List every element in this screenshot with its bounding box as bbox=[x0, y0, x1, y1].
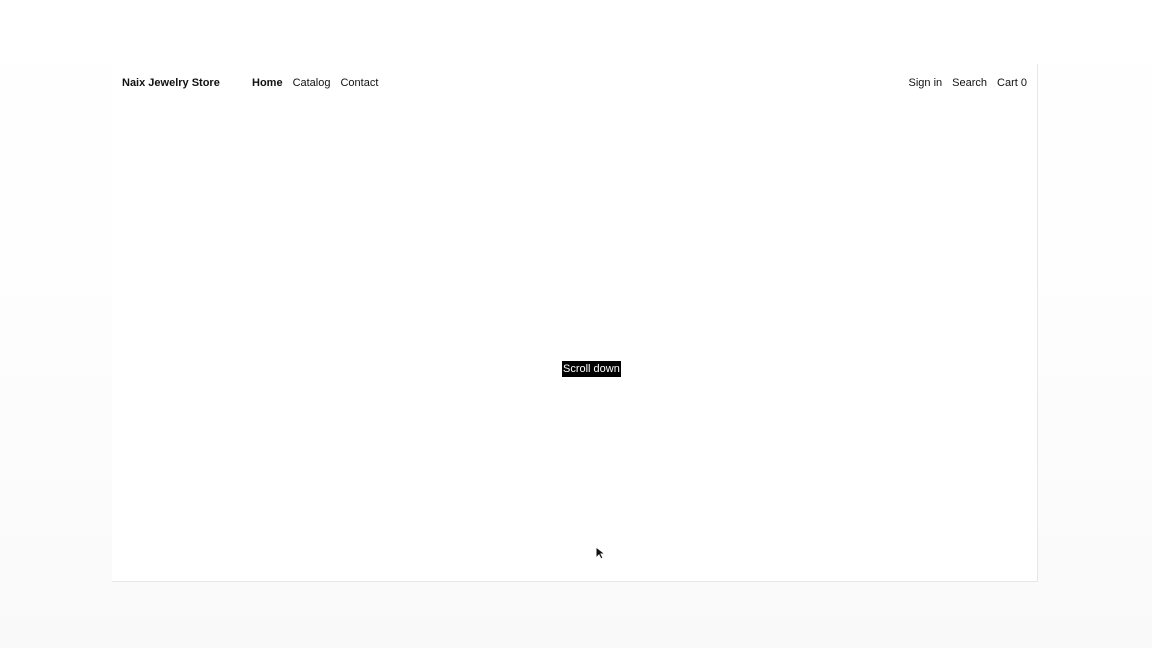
main-navigation: Home Catalog Contact bbox=[252, 77, 378, 89]
nav-home-link[interactable]: Home bbox=[252, 77, 283, 89]
cart-link[interactable]: Cart 0 bbox=[997, 77, 1027, 89]
screen: Naix Jewelry Store Home Catalog Contact … bbox=[0, 0, 1152, 648]
mouse-pointer-icon bbox=[595, 546, 605, 560]
store-page: Naix Jewelry Store Home Catalog Contact … bbox=[112, 64, 1038, 582]
nav-contact-link[interactable]: Contact bbox=[340, 77, 378, 89]
store-logo-text[interactable]: Naix Jewelry Store bbox=[122, 77, 220, 89]
nav-catalog-link[interactable]: Catalog bbox=[293, 77, 331, 89]
account-navigation: Sign in Search Cart 0 bbox=[909, 77, 1027, 89]
site-header: Naix Jewelry Store Home Catalog Contact … bbox=[112, 64, 1038, 104]
scroll-down-label[interactable]: Scroll down bbox=[562, 361, 621, 377]
sign-in-link[interactable]: Sign in bbox=[909, 77, 943, 89]
search-link[interactable]: Search bbox=[952, 77, 987, 89]
